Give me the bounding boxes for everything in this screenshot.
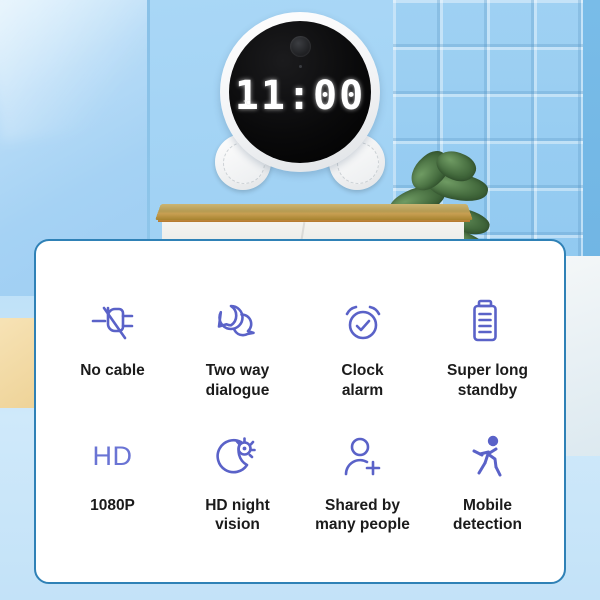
- product-feature-image: 11:00 ℃ No cable Two way dialogue Clock …: [0, 0, 600, 600]
- no-cable-icon: [50, 296, 175, 348]
- feature-label: 1080P: [90, 496, 135, 514]
- feature-label: Super long standby: [447, 362, 528, 399]
- wood-table-top: [155, 204, 473, 221]
- running-person-icon: [425, 431, 550, 483]
- feature-item-shared-by-many-people[interactable]: Shared by many people: [300, 431, 425, 536]
- hd-icon: HD: [50, 431, 175, 483]
- device-screen: 11:00 ℃: [229, 21, 371, 163]
- feature-label: Clock alarm: [341, 362, 384, 399]
- clock-alarm-icon: [300, 296, 425, 348]
- feature-item-1080p[interactable]: HD 1080P: [50, 431, 175, 536]
- feature-item-no-cable[interactable]: No cable: [50, 296, 175, 401]
- feature-item-clock-alarm[interactable]: Clock alarm: [300, 296, 425, 401]
- feature-label: Two way dialogue: [205, 362, 270, 399]
- feature-item-super-long-standby[interactable]: Super long standby: [425, 296, 550, 401]
- feature-label: Mobile detection: [453, 496, 522, 534]
- feature-row-top: No cable Two way dialogue Clock alarm Su…: [50, 296, 550, 401]
- smart-clock-camera: 11:00 ℃: [209, 12, 391, 198]
- feature-row-bottom: HD 1080P HD night vision Shared by many …: [50, 431, 550, 536]
- feature-label: Shared by many people: [315, 496, 410, 534]
- hd-icon-text: HD: [92, 441, 133, 472]
- feature-label: No cable: [80, 362, 145, 379]
- feature-item-mobile-detection[interactable]: Mobile detection: [425, 431, 550, 536]
- night-vision-icon: [175, 431, 300, 483]
- microphone-pinhole-icon: [298, 65, 302, 68]
- camera-lens-icon: [289, 36, 311, 57]
- two-way-dialogue-icon: [175, 296, 300, 348]
- device-bezel: 11:00 ℃: [220, 12, 380, 172]
- feature-label: HD night vision: [205, 496, 270, 534]
- battery-icon: [425, 296, 550, 348]
- temperature-display: ℃: [243, 99, 251, 107]
- clock-time-display: 11:00: [234, 73, 366, 119]
- feature-card: No cable Two way dialogue Clock alarm Su…: [34, 239, 566, 584]
- add-person-icon: [300, 431, 425, 483]
- feature-item-hd-night-vision[interactable]: HD night vision: [175, 431, 300, 536]
- feature-item-two-way-dialogue[interactable]: Two way dialogue: [175, 296, 300, 401]
